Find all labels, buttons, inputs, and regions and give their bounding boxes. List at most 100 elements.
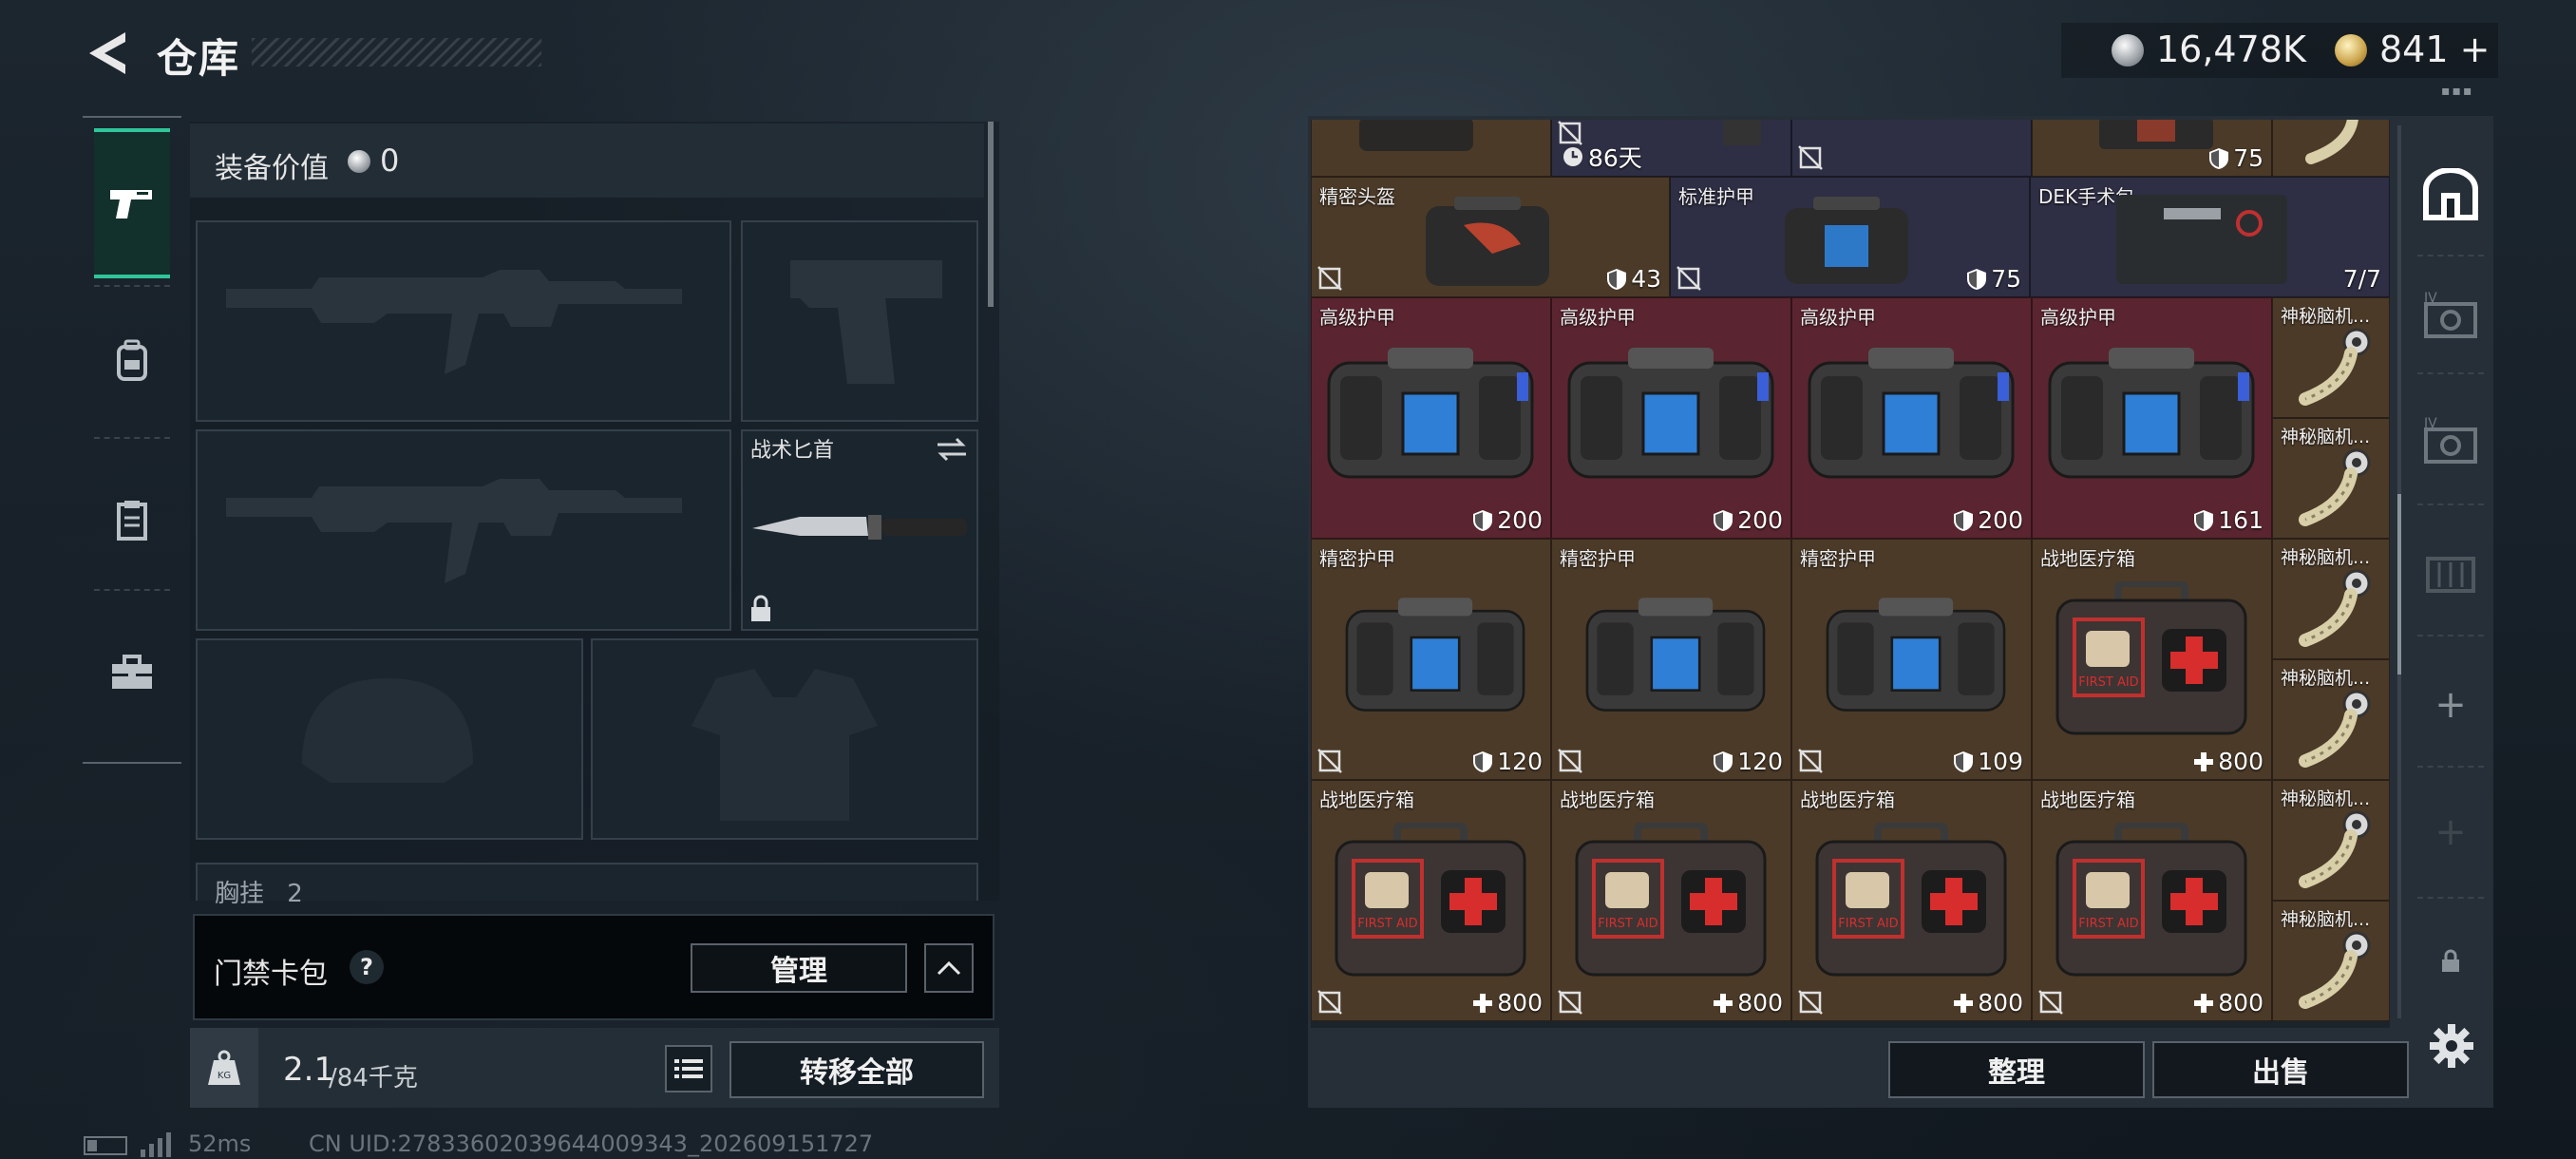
stash-item[interactable]: 精密护甲 109 [1791, 539, 2032, 780]
locked-slot [2411, 923, 2491, 999]
add-storage-button[interactable]: + [2411, 794, 2491, 870]
nav-backpack[interactable] [94, 287, 170, 434]
item-value: 161 [2218, 506, 2263, 534]
shield-icon [1954, 509, 1974, 531]
uid-text: CN UID:27833602039644009343_202609151727 [309, 1130, 874, 1157]
weight-icon-box: KG [190, 1028, 258, 1108]
shield-icon [2209, 147, 2229, 169]
nav-divider [94, 589, 170, 591]
first-aid-kit-icon: FIRST AID [1815, 823, 2007, 977]
bag-icon [1359, 120, 1473, 151]
stash-item[interactable]: 战地医疗箱 FIRST AID 800 [1551, 780, 1791, 1021]
weight-icon-label: KG [218, 1071, 231, 1081]
stash-item-partial[interactable]: 75 [2032, 120, 2272, 177]
silver-currency-value: 16,478K [2156, 28, 2306, 70]
shield-icon [1607, 268, 1627, 290]
stash-item[interactable]: 精密头盔 43 [1311, 177, 1670, 297]
nav-toolbox[interactable] [94, 598, 170, 746]
slot-chest-rig[interactable] [196, 863, 978, 901]
item-heal-value: 800 [1713, 989, 1783, 1016]
help-icon[interactable]: ? [350, 950, 384, 984]
gear-icon[interactable] [2428, 1022, 2475, 1070]
slot-helmet[interactable] [196, 638, 583, 840]
stash-item-small[interactable]: 神秘脑机... [2272, 297, 2390, 418]
stash-item-small[interactable]: 神秘脑机... [2272, 901, 2390, 1021]
item-name: 标准护甲 [1678, 185, 1754, 208]
stash-item-partial[interactable] [1311, 120, 1551, 177]
stash-item-small[interactable]: 神秘脑机... [2272, 418, 2390, 539]
slot-body-armor[interactable] [591, 638, 978, 840]
stash-item-small[interactable]: 神秘脑机... [2272, 780, 2390, 901]
stash-item[interactable]: 精密护甲 120 [1311, 539, 1551, 780]
stash-item[interactable]: 标准护甲 75 [1670, 177, 2030, 297]
stash-item[interactable]: DEK手术包 7/7 [2030, 177, 2390, 297]
nav-storage-iv-1[interactable]: IV [2411, 277, 2491, 353]
slot-pistol[interactable] [741, 220, 978, 422]
no-trade-icon [1558, 990, 1582, 1015]
sell-button[interactable]: 出售 [2152, 1041, 2409, 1098]
no-trade-icon [1798, 749, 1823, 773]
armor-bag-icon [1327, 348, 1534, 479]
nav-storage-iv-2[interactable]: IV [2411, 403, 2491, 479]
armor-icon [2099, 120, 2213, 149]
svg-text:FIRST AID: FIRST AID [2078, 917, 2138, 931]
stash-item-small[interactable]: 神秘脑机... [2272, 539, 2390, 659]
back-icon[interactable] [84, 28, 129, 78]
nav-divider [2417, 372, 2484, 374]
title-decoration [252, 38, 541, 66]
menu-dots-icon: ▪▪▪ [2441, 84, 2474, 99]
signal-icon [141, 1132, 171, 1157]
item-name: 战地医疗箱 [1319, 788, 1414, 811]
brain-chip-icon [2299, 690, 2371, 768]
item-name: 战地医疗箱 [2040, 788, 2135, 811]
swap-icon[interactable] [936, 437, 968, 462]
stash-item[interactable]: 战地医疗箱 FIRST AID 800 [2032, 780, 2272, 1021]
stash-item[interactable]: 高级护甲 200 [1791, 297, 2032, 539]
stash-item[interactable]: 精密护甲 120 [1551, 539, 1791, 780]
stash-scrollbar-thumb[interactable] [2397, 494, 2401, 674]
add-storage-button[interactable]: + [2411, 667, 2491, 743]
slot-secondary-weapon[interactable] [196, 429, 731, 631]
stash-item[interactable]: 高级护甲 161 [2032, 297, 2272, 539]
item-durability: 75 [2208, 144, 2263, 172]
stash-item[interactable]: 高级护甲 200 [1551, 297, 1791, 539]
nav-weapons[interactable] [94, 128, 170, 278]
slot-primary-weapon[interactable] [196, 220, 731, 422]
gold-currency[interactable]: 841 + [2379, 28, 2490, 70]
item-durability: 120 [1472, 748, 1543, 775]
nav-safebox[interactable] [2411, 157, 2491, 233]
sort-button[interactable]: 整理 [1888, 1041, 2145, 1098]
nav-chest-rig[interactable] [94, 446, 170, 594]
gold-coin-icon [2335, 34, 2367, 66]
chest-rig-text: 胸挂 [215, 880, 265, 908]
stash-item-partial[interactable]: 86天 [1551, 120, 1791, 177]
item-durability: 200 [1953, 506, 2023, 534]
stash-item-small[interactable]: 神秘脑机... [2272, 659, 2390, 780]
shield-icon [1473, 509, 1493, 531]
stash-item-partial[interactable] [1791, 120, 2032, 177]
item-value: 800 [1978, 989, 2023, 1016]
item-value: 109 [1978, 748, 2023, 775]
item-durability: 161 [2193, 506, 2263, 534]
collapse-button[interactable] [924, 943, 974, 993]
loadout-scrollbar[interactable] [988, 122, 994, 307]
heal-plus-icon [1473, 993, 1493, 1013]
stash-item[interactable]: 战地医疗箱 FIRST AID 800 [1311, 780, 1551, 1021]
armor-bag-icon [2048, 348, 2255, 479]
item-uses: 7/7 [2342, 265, 2381, 293]
item-name: 高级护甲 [2040, 306, 2116, 329]
list-view-button[interactable] [665, 1045, 712, 1092]
weight-max: /84千克 [329, 1064, 418, 1092]
nav-storage-3[interactable] [2411, 532, 2491, 608]
transfer-all-button[interactable]: 转移全部 [729, 1041, 984, 1098]
stash-item[interactable]: 战地医疗箱 FIRST AID 800 [1791, 780, 2032, 1021]
shield-icon [1967, 268, 1987, 290]
stash-item-partial[interactable] [2272, 120, 2390, 177]
stash-item[interactable]: 高级护甲 200 [1311, 297, 1551, 539]
stash-item[interactable]: 战地医疗箱 FIRST AID 800 [2032, 539, 2272, 780]
item-name: 高级护甲 [1319, 306, 1395, 329]
manage-button[interactable]: 管理 [691, 943, 907, 993]
gold-add-icon[interactable]: + [2460, 28, 2491, 70]
item-durability: 200 [1713, 506, 1783, 534]
helmet-silhouette-icon [302, 678, 473, 783]
